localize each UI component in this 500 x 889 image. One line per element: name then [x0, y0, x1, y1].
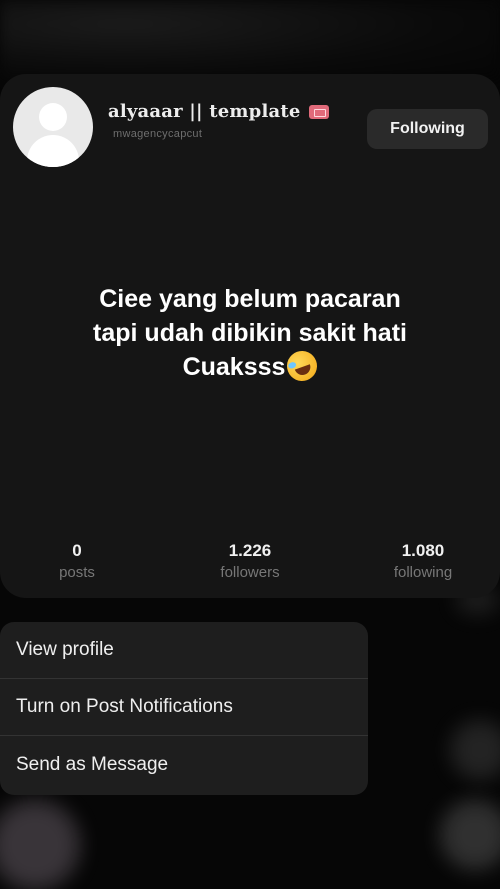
bio-line: tapi udah dibikin sakit hati [93, 319, 407, 347]
menu-item-send-as-message[interactable]: Send as Message [0, 736, 368, 793]
stat-label: followers [220, 564, 280, 581]
background-glow [440, 800, 500, 870]
stat-following[interactable]: 1.080 following [394, 540, 452, 584]
menu-item-view-profile[interactable]: View profile [0, 622, 368, 679]
avatar[interactable] [13, 87, 93, 167]
background-glow [450, 720, 500, 780]
username-row: alyaaar || template [108, 101, 329, 122]
following-button[interactable]: Following [367, 109, 488, 149]
bio-line: Cuaksss [182, 353, 286, 381]
blurred-background [0, 0, 500, 80]
username[interactable]: alyaaar || template [108, 101, 301, 122]
profile-preview-card: alyaaar || template mwagencycapcut Follo… [0, 74, 500, 598]
profile-stats: 0 posts 1.226 followers 1.080 following [0, 540, 500, 590]
menu-item-post-notifications[interactable]: Turn on Post Notifications [0, 679, 368, 736]
bio-line: Ciee yang belum pacaran [99, 285, 401, 313]
stat-followers[interactable]: 1.226 followers [220, 540, 279, 584]
stat-value: 1.226 [228, 541, 272, 560]
screen: alyaaar || template mwagencycapcut Follo… [0, 0, 500, 889]
background-glow [0, 800, 80, 889]
profile-bio: Ciee yang belum pacaran tapi udah dibiki… [20, 282, 480, 386]
rolling-on-floor-laughing-icon [283, 346, 322, 386]
profile-subname: mwagencycapcut [113, 128, 203, 140]
stat-posts[interactable]: 0 posts [59, 540, 95, 584]
stat-label: following [393, 564, 453, 581]
stat-value: 0 [72, 541, 82, 560]
context-menu: View profile Turn on Post Notifications … [0, 622, 368, 795]
stat-value: 1.080 [401, 541, 445, 560]
ticket-icon [308, 104, 329, 119]
stat-label: posts [59, 564, 95, 581]
avatar-placeholder-icon [39, 103, 67, 131]
